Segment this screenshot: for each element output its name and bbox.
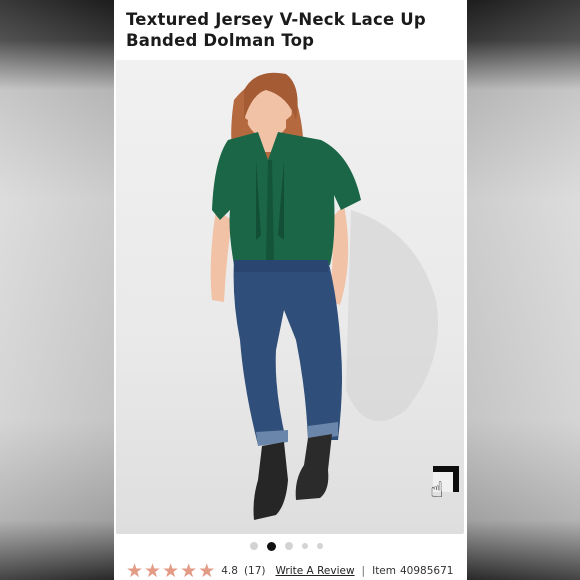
- pagination-dot[interactable]: [250, 542, 258, 550]
- product-image[interactable]: [116, 60, 464, 534]
- star-icon: ★: [144, 560, 162, 580]
- star-icon: ★: [162, 560, 180, 580]
- item-label: Item: [372, 565, 396, 577]
- star-icon: ★: [126, 560, 144, 580]
- model-photo: [210, 72, 438, 520]
- meta-separator: |: [361, 565, 366, 577]
- image-pagination: [250, 541, 323, 551]
- zoom-hand-icon[interactable]: ☝: [420, 474, 454, 508]
- pagination-dot[interactable]: [302, 543, 308, 549]
- product-title: Textured Jersey V-Neck Lace Up Banded Do…: [126, 10, 426, 50]
- rating-value: 4.8: [221, 565, 238, 577]
- write-review-link[interactable]: Write A Review: [276, 565, 355, 577]
- pagination-dot[interactable]: [285, 542, 293, 550]
- product-page: Textured Jersey V-Neck Lace Up Banded Do…: [114, 0, 467, 580]
- pagination-dot[interactable]: [317, 543, 323, 549]
- item-number: 40985671: [400, 565, 454, 577]
- pagination-dot-active[interactable]: [267, 541, 276, 551]
- product-meta-row: ★ ★ ★ ★ ★ 4.8 (17) Write A Review | Item…: [126, 561, 466, 580]
- review-count: (17): [243, 565, 266, 577]
- rating-stars: ★ ★ ★ ★ ★: [126, 562, 215, 580]
- star-icon: ★: [198, 560, 216, 580]
- star-icon: ★: [180, 560, 198, 580]
